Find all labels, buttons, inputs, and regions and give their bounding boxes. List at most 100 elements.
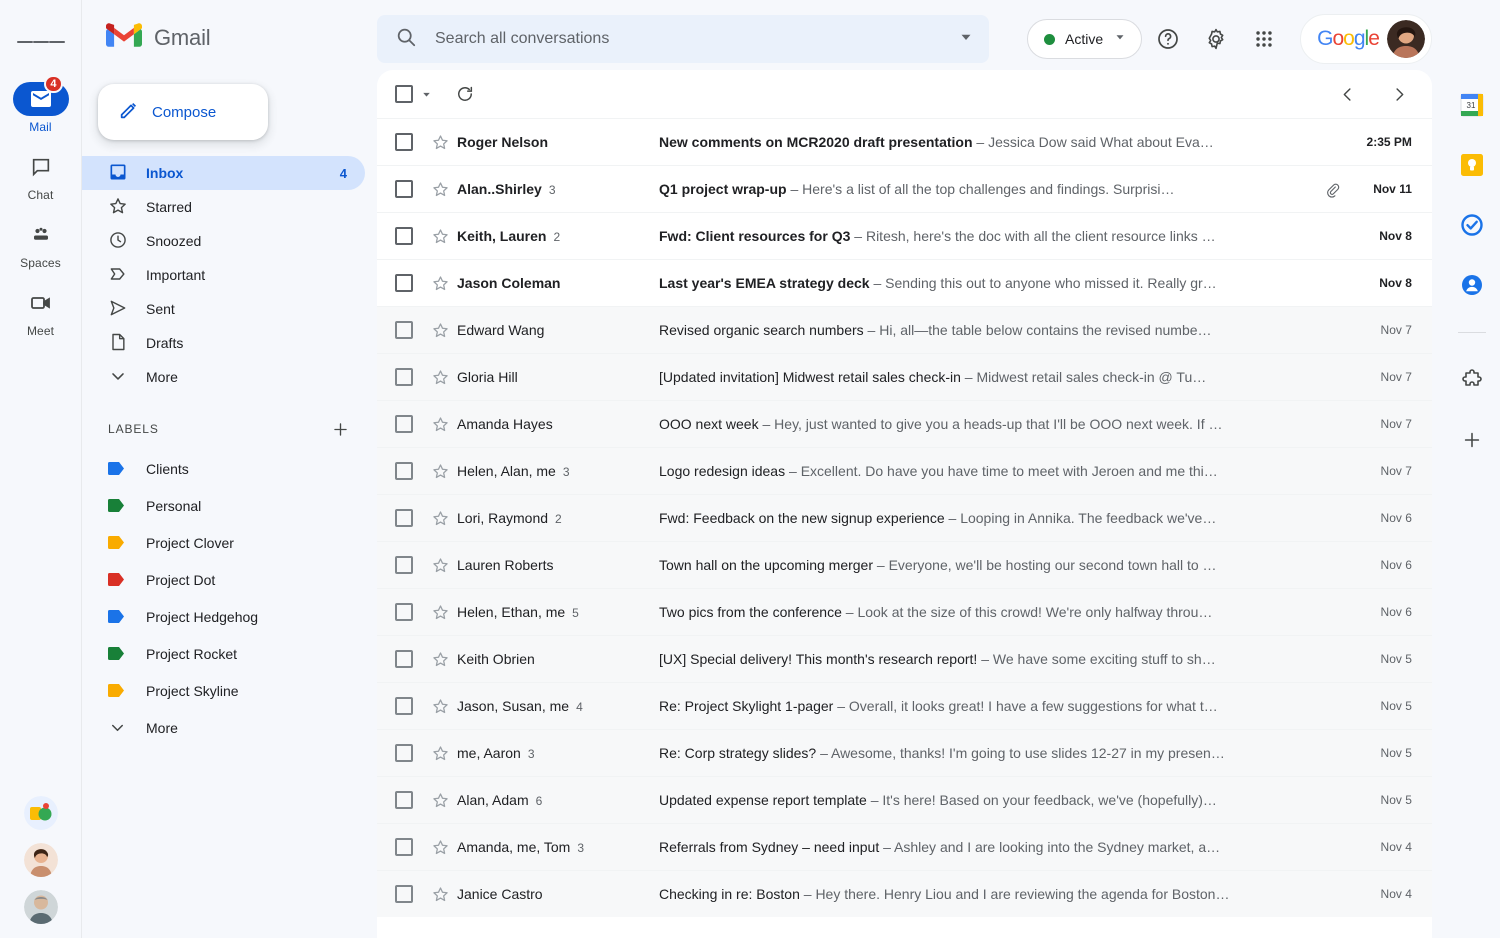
star-icon[interactable] bbox=[423, 885, 457, 904]
label-item-more[interactable]: More bbox=[82, 709, 377, 746]
addons-puzzle-icon[interactable] bbox=[1455, 363, 1489, 397]
row-snippet: Sending this out to anyone who missed it… bbox=[885, 275, 1217, 291]
row-snippet: Here's a list of all the top challenges … bbox=[802, 181, 1175, 197]
table-row[interactable]: Keith, Lauren 2 Fwd: Client resources for … bbox=[377, 212, 1432, 259]
row-checkbox[interactable] bbox=[395, 180, 413, 198]
table-row[interactable]: Lori, Raymond 2 Fwd: Feedback on the new s… bbox=[377, 494, 1432, 541]
label-item-project-skyline[interactable]: Project Skyline bbox=[82, 672, 377, 709]
star-icon[interactable] bbox=[423, 227, 457, 246]
row-checkbox[interactable] bbox=[395, 321, 413, 339]
plus-icon[interactable] bbox=[1455, 423, 1489, 457]
table-row[interactable]: Alan..Shirley 3 Q1 project wrap-up – Here'… bbox=[377, 165, 1432, 212]
label-item-personal[interactable]: Personal bbox=[82, 487, 377, 524]
select-all-checkbox[interactable] bbox=[395, 85, 413, 103]
table-row[interactable]: Gloria Hill [Updated invitation] Midwest … bbox=[377, 353, 1432, 400]
row-checkbox[interactable] bbox=[395, 650, 413, 668]
star-icon[interactable] bbox=[423, 838, 457, 857]
star-icon[interactable] bbox=[423, 791, 457, 810]
star-icon[interactable] bbox=[423, 321, 457, 340]
sidebar-item-more[interactable]: More bbox=[82, 360, 365, 394]
table-row[interactable]: Keith Obrien [UX] Special delivery! This … bbox=[377, 635, 1432, 682]
row-checkbox[interactable] bbox=[395, 462, 413, 480]
table-row[interactable]: me, Aaron 3 Re: Corp strategy slides? – Aw… bbox=[377, 729, 1432, 776]
row-checkbox[interactable] bbox=[395, 838, 413, 856]
sidebar-item-important[interactable]: Important bbox=[82, 258, 365, 292]
calendar-icon[interactable]: 31 bbox=[1455, 88, 1489, 122]
label-item-project-dot[interactable]: Project Dot bbox=[82, 561, 377, 598]
rail-item-mail[interactable]: 4 Mail bbox=[5, 75, 77, 134]
sidebar-item-inbox[interactable]: Inbox 4 bbox=[82, 156, 365, 190]
table-row[interactable]: Helen, Alan, me 3 Logo redesign ideas – Ex… bbox=[377, 447, 1432, 494]
photo-avatar-woman[interactable] bbox=[23, 843, 58, 877]
row-checkbox[interactable] bbox=[395, 415, 413, 433]
table-row[interactable]: Alan, Adam 6 Updated expense report templa… bbox=[377, 776, 1432, 823]
search-input[interactable] bbox=[435, 30, 939, 48]
rail-item-spaces[interactable]: Spaces bbox=[5, 218, 77, 270]
star-icon[interactable] bbox=[423, 650, 457, 669]
table-row[interactable]: Amanda, me, Tom 3 Referrals from Sydney – … bbox=[377, 823, 1432, 870]
row-checkbox[interactable] bbox=[395, 368, 413, 386]
chevron-left-icon[interactable] bbox=[1330, 76, 1366, 112]
help-icon[interactable] bbox=[1146, 17, 1190, 61]
table-row[interactable]: Helen, Ethan, me 5 Two pics from the confe… bbox=[377, 588, 1432, 635]
table-row[interactable]: Roger Nelson New comments on MCR2020 draf… bbox=[377, 118, 1432, 165]
photo-avatar-man[interactable] bbox=[23, 890, 58, 924]
refresh-icon[interactable] bbox=[447, 76, 483, 112]
keep-icon[interactable] bbox=[1455, 148, 1489, 182]
gear-icon[interactable] bbox=[1194, 17, 1238, 61]
table-row[interactable]: Jason Coleman Last year's EMEA strategy d… bbox=[377, 259, 1432, 306]
sidebar-item-drafts[interactable]: Drafts bbox=[82, 326, 365, 360]
row-date: Nov 6 bbox=[1380, 511, 1412, 525]
table-row[interactable]: Jason, Susan, me 4 Re: Project Skylight 1-… bbox=[377, 682, 1432, 729]
star-icon[interactable] bbox=[423, 556, 457, 575]
rail-item-chat[interactable]: Chat bbox=[5, 150, 77, 202]
star-icon[interactable] bbox=[423, 697, 457, 716]
star-icon[interactable] bbox=[423, 415, 457, 434]
star-icon[interactable] bbox=[423, 462, 457, 481]
star-icon[interactable] bbox=[423, 133, 457, 152]
star-icon[interactable] bbox=[423, 368, 457, 387]
star-icon[interactable] bbox=[423, 744, 457, 763]
avatar[interactable] bbox=[1386, 20, 1425, 58]
tasks-icon[interactable] bbox=[1455, 208, 1489, 242]
rail-item-meet[interactable]: Meet bbox=[5, 286, 77, 338]
row-checkbox[interactable] bbox=[395, 133, 413, 151]
row-checkbox[interactable] bbox=[395, 274, 413, 292]
star-icon[interactable] bbox=[423, 274, 457, 293]
select-all-chevron-down-icon[interactable] bbox=[415, 83, 437, 105]
status-badge[interactable]: Active bbox=[1027, 19, 1143, 59]
illustration-avatar[interactable] bbox=[23, 796, 58, 830]
star-icon[interactable] bbox=[423, 180, 457, 199]
row-checkbox[interactable] bbox=[395, 603, 413, 621]
star-icon[interactable] bbox=[423, 509, 457, 528]
sidebar-item-sent[interactable]: Sent bbox=[82, 292, 365, 326]
compose-button[interactable]: Compose bbox=[98, 84, 268, 140]
account-chip[interactable]: Google bbox=[1300, 14, 1432, 64]
table-row[interactable]: Janice Castro Checking in re: Boston – He… bbox=[377, 870, 1432, 917]
row-checkbox[interactable] bbox=[395, 744, 413, 762]
table-row[interactable]: Edward Wang Revised organic search number… bbox=[377, 306, 1432, 353]
contacts-icon[interactable] bbox=[1455, 268, 1489, 302]
label-item-project-rocket[interactable]: Project Rocket bbox=[82, 635, 377, 672]
row-checkbox[interactable] bbox=[395, 885, 413, 903]
star-icon[interactable] bbox=[423, 603, 457, 622]
header-actions: Active Google bbox=[1027, 14, 1432, 64]
label-item-clients[interactable]: Clients bbox=[82, 450, 377, 487]
sidebar-item-snoozed[interactable]: Snoozed bbox=[82, 224, 365, 258]
sidebar-item-starred[interactable]: Starred bbox=[82, 190, 365, 224]
table-row[interactable]: Amanda Hayes OOO next week – Hey, just wa… bbox=[377, 400, 1432, 447]
plus-icon[interactable] bbox=[327, 416, 353, 442]
table-row[interactable]: Lauren Roberts Town hall on the upcoming … bbox=[377, 541, 1432, 588]
row-checkbox[interactable] bbox=[395, 227, 413, 245]
row-checkbox[interactable] bbox=[395, 509, 413, 527]
search-options-icon[interactable] bbox=[957, 28, 975, 51]
search-bar[interactable] bbox=[377, 15, 989, 63]
row-checkbox[interactable] bbox=[395, 697, 413, 715]
apps-grid-icon[interactable] bbox=[1242, 17, 1286, 61]
label-item-project-clover[interactable]: Project Clover bbox=[82, 524, 377, 561]
label-item-project-hedgehog[interactable]: Project Hedgehog bbox=[82, 598, 377, 635]
hamburger-icon[interactable] bbox=[16, 18, 65, 66]
row-checkbox[interactable] bbox=[395, 791, 413, 809]
chevron-right-icon[interactable] bbox=[1382, 76, 1418, 112]
row-checkbox[interactable] bbox=[395, 556, 413, 574]
